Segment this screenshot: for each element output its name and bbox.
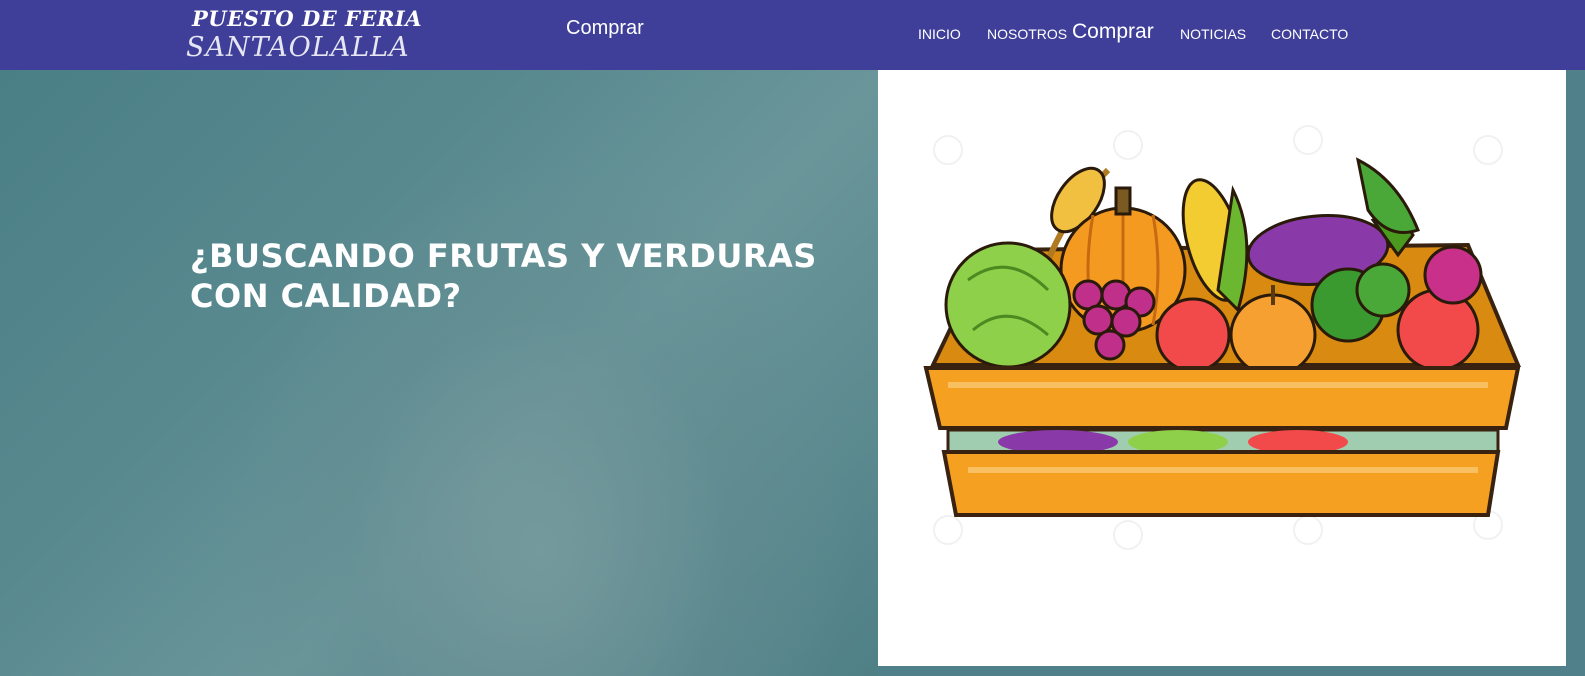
hero-image — [878, 70, 1567, 666]
site-logo[interactable]: PUESTO DE FERIA SANTAOLALLA — [186, 6, 422, 66]
nav-item-contacto[interactable]: CONTACTO — [1271, 26, 1348, 42]
hero-title: ¿BUSCANDO FRUTAS Y VERDURAS CON CALIDAD? — [190, 237, 817, 315]
page-edge — [1566, 70, 1585, 676]
hero-banner — [0, 70, 878, 676]
site-header: PUESTO DE FERIA SANTAOLALLA Comprar INIC… — [0, 0, 1585, 70]
nav-item-noticias[interactable]: NOTICIAS — [1180, 26, 1246, 42]
header-buy-link[interactable]: Comprar — [566, 17, 644, 40]
logo-title: PUESTO DE FERIA — [192, 6, 423, 31]
nav-item-comprar[interactable]: Comprar — [1072, 20, 1154, 44]
page-edge-bottom — [878, 666, 1585, 676]
nav-item-nosotros[interactable]: NOSOTROS — [987, 26, 1067, 42]
logo-subtitle: SANTAOLALLA — [186, 32, 410, 63]
vegetable-crate-illustration — [923, 125, 1521, 550]
nav-item-inicio[interactable]: INICIO — [918, 26, 961, 42]
